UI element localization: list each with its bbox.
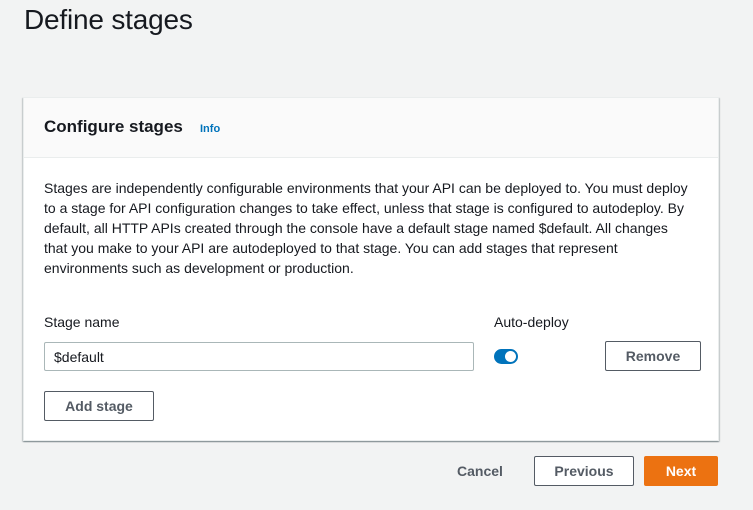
- cancel-button[interactable]: Cancel: [444, 456, 516, 486]
- configure-stages-panel: Configure stages Info Stages are indepen…: [23, 97, 719, 441]
- stage-name-label: Stage name: [44, 314, 120, 330]
- stages-description: Stages are independently configurable en…: [44, 180, 688, 276]
- auto-deploy-label: Auto-deploy: [494, 314, 569, 330]
- remove-stage-button[interactable]: Remove: [605, 341, 701, 371]
- panel-title: Configure stages: [44, 117, 183, 136]
- page-title: Define stages: [24, 4, 193, 35]
- panel-header: Configure stages Info: [24, 98, 718, 158]
- previous-button[interactable]: Previous: [534, 456, 634, 486]
- next-button[interactable]: Next: [644, 456, 718, 486]
- add-stage-button[interactable]: Add stage: [44, 391, 154, 421]
- stage-name-input[interactable]: [44, 342, 474, 371]
- toggle-knob: [505, 351, 516, 362]
- info-link[interactable]: Info: [200, 123, 220, 135]
- auto-deploy-toggle[interactable]: [494, 349, 518, 364]
